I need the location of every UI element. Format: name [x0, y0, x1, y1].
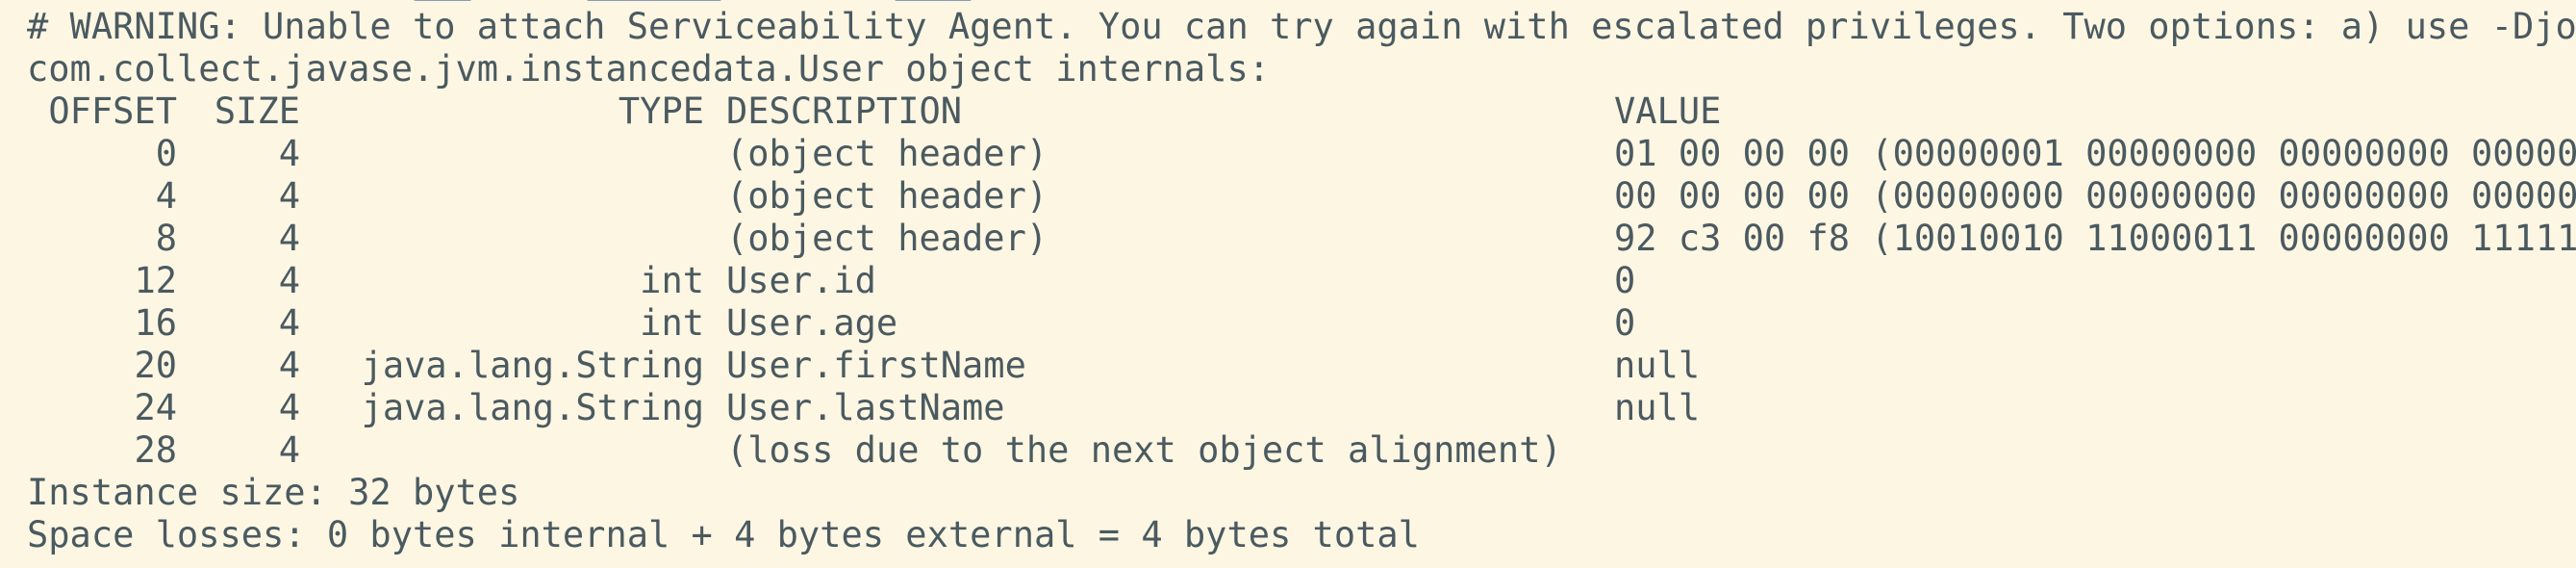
row-size: 4 [278, 260, 300, 301]
row-offset: 4 [155, 175, 177, 217]
row-description: (loss due to the next object alignment) [726, 429, 1562, 471]
row-size: 4 [278, 429, 300, 471]
row-type [308, 133, 704, 175]
row-value: 00 00 00 00 (00000000 00000000 00000000 … [1614, 175, 2576, 217]
row-size: 4 [278, 175, 300, 217]
row-type: int [640, 302, 704, 344]
instance-size-line: Instance size: 32 bytes [27, 472, 520, 513]
row-value: null [1614, 345, 1701, 386]
row-size: 4 [278, 345, 300, 386]
row-description: (object header) [726, 133, 1048, 174]
row-offset: 28 [134, 429, 177, 471]
class-header-line: com.collect.javase.jvm.instancedata.User… [27, 48, 1271, 90]
header-value: VALUE [1614, 90, 1722, 132]
row-description: User.id [726, 260, 876, 301]
header-description: DESCRIPTION [726, 90, 963, 132]
row-offset: 0 [155, 133, 177, 174]
row-value: 0 [1614, 260, 1636, 301]
row-type [308, 218, 704, 260]
row-type [308, 429, 704, 472]
row-size: 4 [278, 218, 300, 259]
warning-line: # WARNING: Unable to attach Serviceabili… [27, 6, 2576, 47]
row-type [308, 175, 704, 218]
row-offset: 8 [155, 218, 177, 259]
header-type: TYPE [618, 90, 704, 132]
row-offset: 16 [134, 302, 177, 344]
header-size: SIZE [214, 90, 300, 132]
row-type: java.lang.String [361, 387, 704, 428]
row-type: int [640, 260, 704, 301]
row-type: java.lang.String [361, 345, 704, 386]
row-description: User.lastName [726, 387, 1005, 428]
space-losses-line: Space losses: 0 bytes internal + 4 bytes… [27, 514, 1420, 555]
row-offset: 24 [134, 387, 177, 428]
row-value: 01 00 00 00 (00000001 00000000 00000000 … [1614, 133, 2576, 174]
previous-line-fragment [0, 0, 2576, 5]
row-size: 4 [278, 302, 300, 344]
row-description: (object header) [726, 175, 1048, 217]
row-value: 0 [1614, 302, 1636, 344]
row-offset: 20 [134, 345, 177, 386]
row-description: User.age [726, 302, 898, 344]
header-offset: OFFSET [48, 90, 177, 132]
row-description: User.firstName [726, 345, 1026, 386]
row-value: 92 c3 00 f8 (10010010 11000011 00000000 … [1614, 218, 2576, 259]
terminal-output: # WARNING: Unable to attach Serviceabili… [0, 0, 2576, 568]
row-offset: 12 [134, 260, 177, 301]
row-size: 4 [278, 387, 300, 428]
row-value: null [1614, 387, 1701, 428]
row-description: (object header) [726, 218, 1048, 259]
row-size: 4 [278, 133, 300, 174]
